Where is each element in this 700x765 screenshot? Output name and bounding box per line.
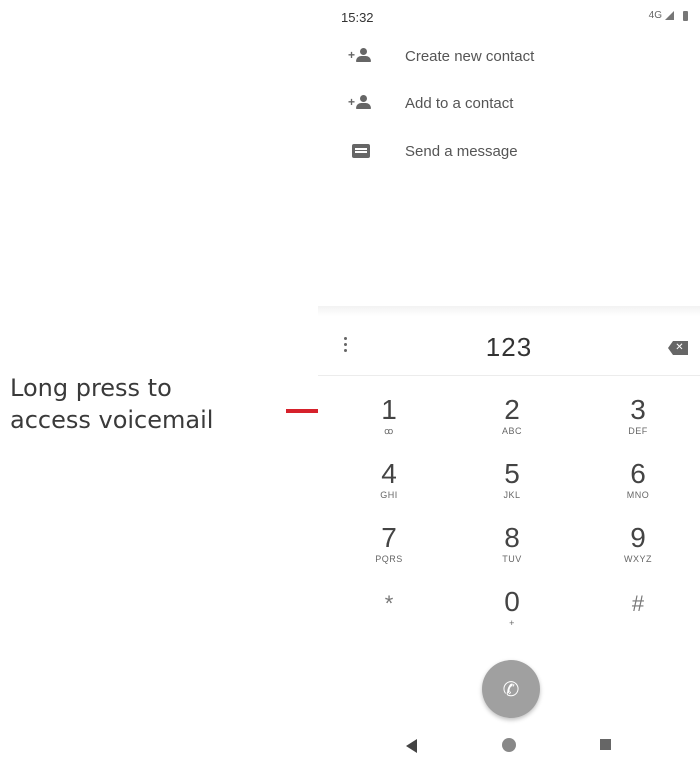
key-0[interactable]: 0 +: [472, 588, 552, 646]
nav-home-icon[interactable]: [502, 738, 516, 752]
key-7[interactable]: 7 PQRS: [349, 524, 429, 582]
navigation-bar: [318, 735, 700, 765]
key-2[interactable]: 2 ABC: [472, 396, 552, 454]
dialer-shadow: [318, 306, 700, 316]
nav-recents-icon[interactable]: [600, 739, 611, 750]
add-to-contact-action[interactable]: + Add to a contact: [318, 83, 700, 123]
key-hash[interactable]: #: [598, 590, 678, 648]
voicemail-icon: ꝏ: [384, 426, 394, 436]
status-bar: 15:32 4G: [318, 0, 700, 34]
person-add-icon: +: [348, 93, 374, 113]
annotation-line2: access voicemail: [10, 406, 214, 434]
message-icon: [348, 141, 374, 161]
key-9[interactable]: 9 WXYZ: [598, 524, 678, 582]
key-1[interactable]: 1 ꝏ: [349, 396, 429, 454]
key-6[interactable]: 6 MNO: [598, 460, 678, 518]
network-type: 4G: [648, 10, 662, 21]
key-4[interactable]: 4 GHI: [349, 460, 429, 518]
person-add-icon: +: [348, 46, 374, 66]
call-button[interactable]: ✆: [482, 660, 540, 718]
create-new-contact-action[interactable]: + Create new contact: [318, 36, 700, 76]
key-5[interactable]: 5 JKL: [472, 460, 552, 518]
dialed-number: 123: [485, 332, 533, 362]
signal-icon: [665, 11, 674, 20]
key-8[interactable]: 8 TUV: [472, 524, 552, 582]
voicemail-annotation: Long press to access voicemail: [10, 372, 280, 436]
key-3[interactable]: 3 DEF: [598, 396, 678, 454]
action-label: Add to a contact: [405, 94, 514, 112]
dialer-divider: [318, 375, 700, 376]
phone-icon: ✆: [502, 678, 520, 701]
annotation-line1: Long press to: [10, 374, 172, 402]
nav-back-icon[interactable]: [406, 739, 417, 753]
send-message-action[interactable]: Send a message: [318, 131, 700, 171]
status-icons: 4G: [649, 10, 688, 21]
dialed-number-row: 123 ✕: [318, 320, 700, 375]
action-label: Send a message: [405, 142, 518, 160]
status-time: 15:32: [341, 10, 374, 25]
battery-icon: [683, 10, 688, 21]
action-label: Create new contact: [405, 47, 535, 65]
phone-screen: 15:32 4G + Create new contact + Add to a…: [318, 0, 700, 765]
key-star[interactable]: *: [349, 590, 429, 648]
